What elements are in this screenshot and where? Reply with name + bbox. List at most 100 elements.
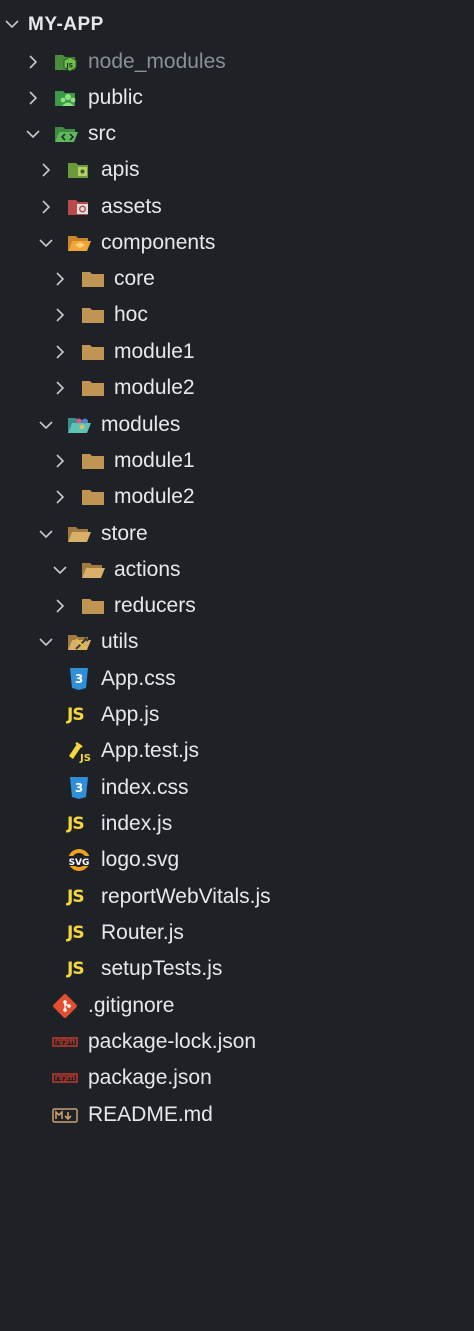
js-file-icon: JS [67, 705, 85, 725]
tree-item-label: modules [101, 413, 181, 436]
tree-item-label: App.test.js [101, 739, 200, 762]
tree-item-label: package.json [88, 1066, 212, 1089]
tree-item-setup-tests-js[interactable]: JS setupTests.js [0, 951, 474, 987]
js-file-icon: JS [67, 887, 85, 907]
tree-item-label: store [101, 522, 148, 545]
test-file-icon: JS [66, 738, 92, 764]
tree-item-logo-svg[interactable]: SVG logo.svg [0, 842, 474, 878]
tree-item-assets[interactable]: assets [0, 189, 474, 225]
svg-text:3: 3 [75, 781, 83, 795]
chevron-right-icon[interactable] [50, 378, 70, 398]
tree-item-label: hoc [114, 303, 148, 326]
tree-item-core[interactable]: core [0, 261, 474, 297]
tree-item-actions[interactable]: actions [0, 552, 474, 588]
tree-item-app-css[interactable]: 3 App.css [0, 661, 474, 697]
tree-item-router-js[interactable]: JS Router.js [0, 915, 474, 951]
tree-item-label: apis [101, 158, 140, 181]
tree-item-label: module1 [114, 340, 195, 363]
chevron-right-icon[interactable] [50, 596, 70, 616]
tree-item-label: index.css [101, 776, 189, 799]
chevron-down-icon[interactable] [36, 632, 56, 652]
markdown-icon [52, 1102, 78, 1128]
tree-item-report-web-vitals-js[interactable]: JS reportWebVitals.js [0, 879, 474, 915]
chevron-down-icon[interactable] [2, 14, 22, 34]
svg-text:SVG: SVG [69, 858, 90, 868]
tree-item-label: node_modules [88, 50, 226, 73]
tree-item-modules[interactable]: modules [0, 407, 474, 443]
chevron-right-icon[interactable] [50, 342, 70, 362]
tree-item-label: Router.js [101, 921, 184, 944]
tree-item-gitignore[interactable]: .gitignore [0, 988, 474, 1024]
chevron-down-icon[interactable] [36, 524, 56, 544]
folder-open-icon [66, 521, 92, 547]
modules-folder-icon [66, 412, 92, 438]
tree-item-index-js[interactable]: JS index.js [0, 806, 474, 842]
tree-item-public[interactable]: public [0, 80, 474, 116]
tree-item-label: module1 [114, 449, 195, 472]
tree-item-apis[interactable]: apis [0, 152, 474, 188]
utils-folder-icon [66, 629, 92, 655]
tree-item-store[interactable]: store [0, 516, 474, 552]
chevron-right-icon[interactable] [50, 269, 70, 289]
tree-item-components[interactable]: components [0, 225, 474, 261]
tree-item-module2[interactable]: module2 [0, 479, 474, 515]
git-icon [52, 993, 78, 1019]
tree-item-label: setupTests.js [101, 957, 223, 980]
tree-item-src[interactable]: src [0, 116, 474, 152]
tree-item-module1[interactable]: module1 [0, 334, 474, 370]
tree-item-label: module2 [114, 376, 195, 399]
assets-folder-icon [66, 194, 92, 220]
js-file-icon: JS [67, 959, 85, 979]
file-explorer: MY-APP JS node_modules public src apis a… [0, 0, 474, 1331]
tree-item-label: components [101, 231, 216, 254]
tree-item-label: actions [114, 558, 181, 581]
folder-icon [80, 375, 106, 401]
tree-item-label: module2 [114, 485, 195, 508]
svg-text:JS: JS [79, 753, 91, 764]
folder-icon [80, 302, 106, 328]
nodejs-folder-icon: JS [53, 49, 79, 75]
tree-item-index-css[interactable]: 3 index.css [0, 770, 474, 806]
chevron-right-icon[interactable] [23, 88, 43, 108]
tree-item-module2[interactable]: module2 [0, 370, 474, 406]
tree-item-label: src [88, 122, 116, 145]
tree-item-label: reducers [114, 594, 196, 617]
tree-item-label: public [88, 86, 143, 109]
chevron-right-icon[interactable] [23, 52, 43, 72]
chevron-down-icon[interactable] [36, 233, 56, 253]
tree-item-readme-md[interactable]: README.md [0, 1097, 474, 1133]
tree-item-hoc[interactable]: hoc [0, 297, 474, 333]
npm-icon [52, 1029, 78, 1055]
tree-item-label: index.js [101, 812, 173, 835]
folder-icon [80, 484, 106, 510]
chevron-right-icon[interactable] [50, 305, 70, 325]
chevron-down-icon[interactable] [36, 415, 56, 435]
tree-item-app-test-js[interactable]: JS App.test.js [0, 733, 474, 769]
chevron-down-icon[interactable] [23, 124, 43, 144]
chevron-right-icon[interactable] [50, 451, 70, 471]
chevron-right-icon[interactable] [36, 197, 56, 217]
tree-item-module1[interactable]: module1 [0, 443, 474, 479]
chevron-right-icon[interactable] [36, 160, 56, 180]
svg-file-icon: SVG [66, 847, 92, 873]
tree-item-reducers[interactable]: reducers [0, 588, 474, 624]
folder-icon [80, 593, 106, 619]
tree-item-label: App.css [101, 667, 176, 690]
tree-item-label: .gitignore [88, 994, 175, 1017]
folder-open-icon [80, 557, 106, 583]
chevron-down-icon[interactable] [50, 560, 70, 580]
folder-icon [80, 448, 106, 474]
svg-text:3: 3 [75, 672, 83, 686]
tree-item-app-js[interactable]: JS App.js [0, 697, 474, 733]
tree-item-utils[interactable]: utils [0, 624, 474, 660]
tree-item-label: logo.svg [101, 848, 180, 871]
tree-item-node-modules[interactable]: JS node_modules [0, 44, 474, 80]
css-file-icon: 3 [66, 666, 92, 692]
tree-item-package-lock-json[interactable]: package-lock.json [0, 1024, 474, 1060]
tree-item-label: README.md [88, 1103, 213, 1126]
chevron-right-icon[interactable] [50, 487, 70, 507]
folder-icon [80, 339, 106, 365]
tree-item-package-json[interactable]: package.json [0, 1060, 474, 1096]
explorer-root-header[interactable]: MY-APP [0, 6, 474, 42]
explorer-title: MY-APP [28, 14, 104, 35]
